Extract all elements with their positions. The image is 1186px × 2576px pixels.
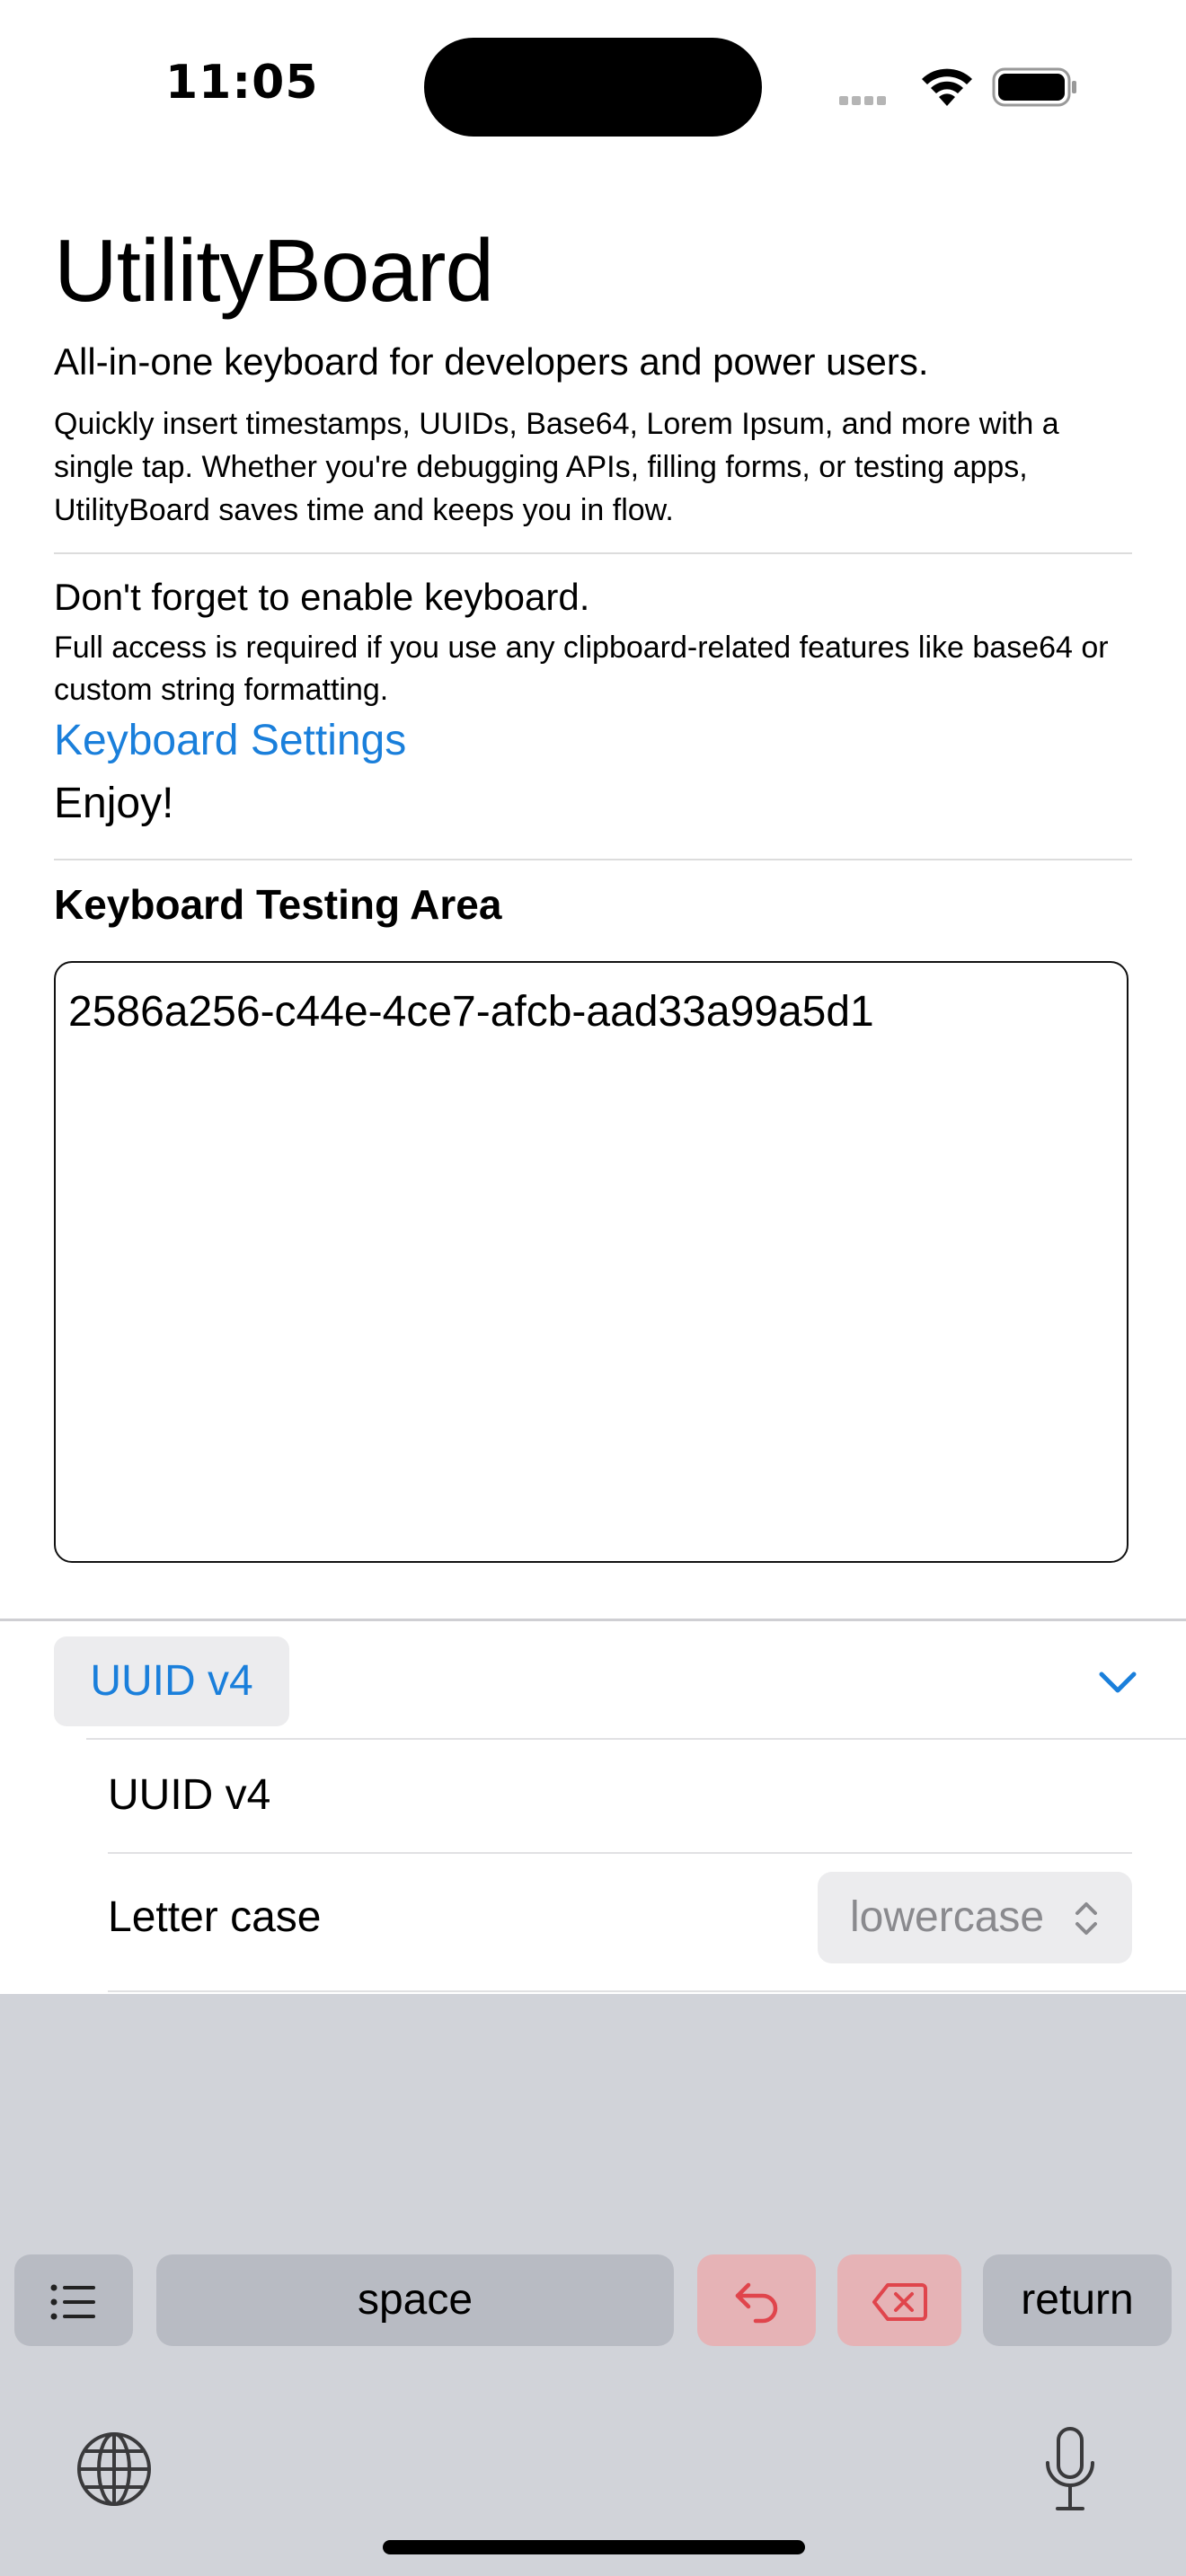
- enable-keyboard-heading: Don't forget to enable keyboard.: [54, 576, 590, 618]
- app-description: Quickly insert timestamps, UUIDs, Base64…: [54, 407, 1059, 527]
- undo-icon: [735, 2283, 778, 2324]
- list-key[interactable]: [14, 2254, 133, 2346]
- letter-case-label: Letter case: [108, 1893, 322, 1941]
- testing-area-title: Keyboard Testing Area: [54, 881, 502, 928]
- option-divider: [108, 1852, 1132, 1854]
- chevron-up-down-icon: [1075, 1902, 1097, 1935]
- option-divider: [86, 1738, 1186, 1740]
- keyboard-settings-link[interactable]: Keyboard Settings: [54, 715, 406, 767]
- keyboard-top-border: [0, 1619, 1186, 1621]
- space-key[interactable]: space: [156, 2254, 674, 2346]
- status-time: 11:05: [165, 56, 319, 110]
- delete-key[interactable]: [837, 2254, 961, 2346]
- dynamic-island: [424, 38, 762, 137]
- app-subtitle: All-in-one keyboard for developers and p…: [54, 340, 929, 383]
- list-icon: [50, 2284, 95, 2320]
- app-screen: 11:05 UtilityBoard All-in-one keyboard f…: [0, 0, 1186, 2576]
- section-divider: [54, 859, 1132, 860]
- wifi-icon: [922, 68, 972, 106]
- chevron-down-icon[interactable]: [1098, 1669, 1137, 1696]
- globe-icon[interactable]: [75, 2430, 153, 2508]
- testing-textarea[interactable]: 2586a256-c44e-4ce7-afcb-aad33a99a5d1: [54, 961, 1128, 1563]
- option-divider: [108, 1990, 1186, 1992]
- microphone-icon[interactable]: [1042, 2425, 1098, 2513]
- battery-icon: [992, 67, 1076, 107]
- delete-icon: [872, 2283, 927, 2322]
- letter-case-value: lowercase: [850, 1893, 1045, 1941]
- enjoy-text: Enjoy!: [54, 780, 174, 827]
- section-divider: [54, 552, 1132, 554]
- undo-key[interactable]: [697, 2254, 816, 2346]
- home-indicator[interactable]: [383, 2540, 805, 2554]
- option-uuid-v4[interactable]: UUID v4: [108, 1769, 270, 1822]
- return-key[interactable]: return: [983, 2254, 1172, 2346]
- full-access-note: Full access is required if you use any c…: [54, 631, 1109, 707]
- format-selector-chip[interactable]: UUID v4: [54, 1636, 289, 1726]
- letter-case-select[interactable]: lowercase: [818, 1872, 1132, 1963]
- app-title: UtilityBoard: [54, 221, 494, 320]
- signal-dots-icon: [839, 93, 890, 110]
